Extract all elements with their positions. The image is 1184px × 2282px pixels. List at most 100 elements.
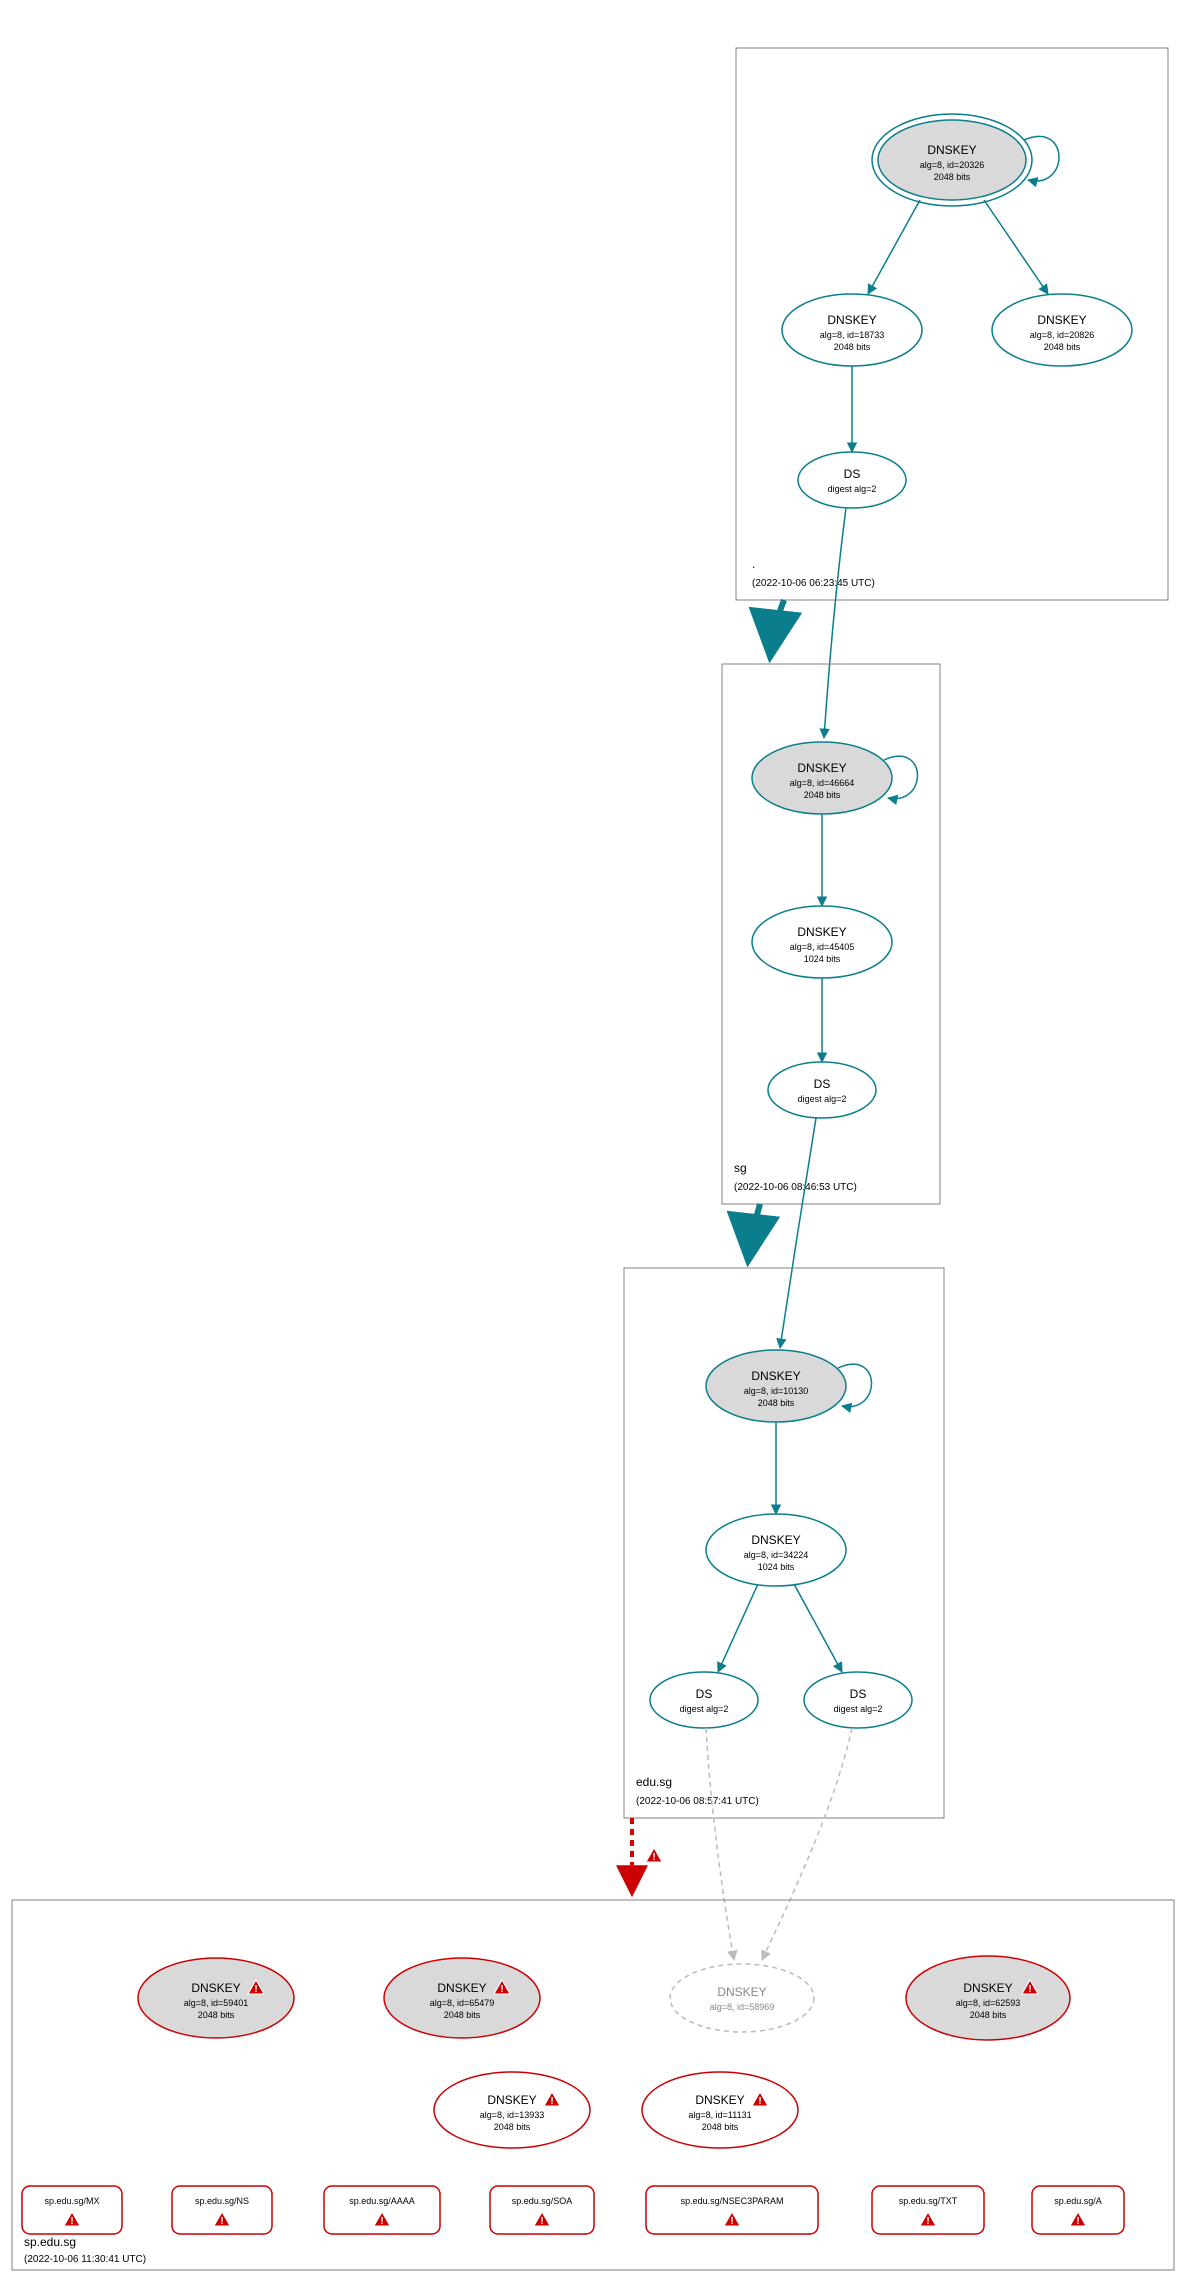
ds-alg: digest alg=2 xyxy=(798,1094,847,1104)
dnskey-label: DNSKEY xyxy=(797,925,846,939)
dnskey-label: DNSKEY xyxy=(963,1981,1012,1995)
dnskey-label: DNSKEY xyxy=(927,143,976,157)
dnskey-alg: alg=8, id=13933 xyxy=(480,2110,545,2120)
node-edu-ds1: DS digest alg=2 xyxy=(650,1672,758,1728)
ds-label: DS xyxy=(696,1687,713,1701)
rr-aaaa: sp.edu.sg/AAAA xyxy=(324,2186,440,2234)
dnskey-bits: 2048 bits xyxy=(702,2122,739,2132)
dnskey-alg: alg=8, id=46664 xyxy=(790,778,855,788)
dnskey-alg: alg=8, id=18733 xyxy=(820,330,885,340)
dnskey-label: DNSKEY xyxy=(717,1985,766,1999)
zone-edu-sg: DNSKEY alg=8, id=10130 2048 bits DNSKEY … xyxy=(624,1268,944,1818)
ds-label: DS xyxy=(850,1687,867,1701)
dnskey-bits: 2048 bits xyxy=(934,172,971,182)
node-edu-zsk: DNSKEY alg=8, id=34224 1024 bits xyxy=(706,1514,846,1586)
dnskey-bits: 1024 bits xyxy=(804,954,841,964)
node-sp-k1: DNSKEY alg=8, id=59401 2048 bits xyxy=(138,1958,294,2038)
node-sg-ksk: DNSKEY alg=8, id=46664 2048 bits xyxy=(752,742,892,814)
dnskey-label: DNSKEY xyxy=(1037,313,1086,327)
node-root-zsk2: DNSKEY alg=8, id=20826 2048 bits xyxy=(992,294,1132,366)
zone-sg-time: (2022-10-06 08:46:53 UTC) xyxy=(734,1182,857,1193)
node-sp-k3: DNSKEY alg=8, id=58969 xyxy=(670,1964,814,2032)
dnskey-bits: 2048 bits xyxy=(834,342,871,352)
dnskey-label: DNSKEY xyxy=(695,2093,744,2107)
warning-icon xyxy=(214,2212,230,2227)
dnskey-label: DNSKEY xyxy=(797,761,846,775)
warning-icon xyxy=(534,2212,550,2227)
warning-icon xyxy=(724,2212,740,2227)
rr-label: sp.edu.sg/AAAA xyxy=(349,2196,415,2206)
rr-label: sp.edu.sg/MX xyxy=(44,2196,99,2206)
rr-txt: sp.edu.sg/TXT xyxy=(872,2186,984,2234)
dnskey-alg: alg=8, id=62593 xyxy=(956,1998,1021,2008)
dnskey-label: DNSKEY xyxy=(191,1981,240,1995)
dnskey-alg: alg=8, id=59401 xyxy=(184,1998,249,2008)
node-sp-k5: DNSKEY alg=8, id=13933 2048 bits xyxy=(434,2072,590,2148)
ds-label: DS xyxy=(844,467,861,481)
zone-sg: DNSKEY alg=8, id=46664 2048 bits DNSKEY … xyxy=(722,664,940,1204)
dnskey-bits: 1024 bits xyxy=(758,1562,795,1572)
warning-icon xyxy=(374,2212,390,2227)
node-sg-ds: DS digest alg=2 xyxy=(768,1062,876,1118)
node-edu-ksk: DNSKEY alg=8, id=10130 2048 bits xyxy=(706,1350,846,1422)
ds-alg: digest alg=2 xyxy=(828,484,877,494)
svg-text:DNSKEY: DNSKEY xyxy=(437,1981,486,1995)
zone-sg-name: sg xyxy=(734,1161,747,1175)
rr-label: sp.edu.sg/SOA xyxy=(512,2196,573,2206)
warning-icon xyxy=(64,2212,80,2227)
dnskey-label: DNSKEY xyxy=(751,1533,800,1547)
rr-label: sp.edu.sg/NSEC3PARAM xyxy=(681,2196,784,2206)
zone-root: DNSKEY alg=8, id=20326 2048 bits DNSKEY … xyxy=(736,48,1168,600)
zone-sp-time: (2022-10-06 11:30:41 UTC) xyxy=(24,2254,146,2265)
ds-alg: digest alg=2 xyxy=(834,1704,883,1714)
node-root-zsk1: DNSKEY alg=8, id=18733 2048 bits xyxy=(782,294,922,366)
zone-edu-name: edu.sg xyxy=(636,1775,672,1789)
node-edu-ds2: DS digest alg=2 xyxy=(804,1672,912,1728)
dnskey-bits: 2048 bits xyxy=(758,1398,795,1408)
rr-mx: sp.edu.sg/MX xyxy=(22,2186,122,2234)
svg-text:DNSKEY: DNSKEY xyxy=(191,1981,240,1995)
zone-root-name: . xyxy=(752,557,755,571)
warning-icon xyxy=(920,2212,936,2227)
rr-nsec3param: sp.edu.sg/NSEC3PARAM xyxy=(646,2186,818,2234)
ds-alg: digest alg=2 xyxy=(680,1704,729,1714)
dnskey-alg: alg=8, id=20826 xyxy=(1030,330,1095,340)
rr-label: sp.edu.sg/A xyxy=(1054,2196,1102,2206)
svg-text:DNSKEY: DNSKEY xyxy=(695,2093,744,2107)
rr-a: sp.edu.sg/A xyxy=(1032,2186,1124,2234)
rr-ns: sp.edu.sg/NS xyxy=(172,2186,272,2234)
dnskey-bits: 2048 bits xyxy=(444,2010,481,2020)
zone-edu-time: (2022-10-06 08:57:41 UTC) xyxy=(636,1796,759,1807)
dnskey-label: DNSKEY xyxy=(487,2093,536,2107)
warning-icon xyxy=(646,1848,662,1863)
ds-label: DS xyxy=(814,1077,831,1091)
rr-label: sp.edu.sg/TXT xyxy=(899,2196,958,2206)
node-sp-k6: DNSKEY alg=8, id=11131 2048 bits xyxy=(642,2072,798,2148)
warning-icon xyxy=(1070,2212,1086,2227)
dnskey-bits: 2048 bits xyxy=(494,2122,531,2132)
dnskey-label: DNSKEY xyxy=(751,1369,800,1383)
dnskey-bits: 2048 bits xyxy=(1044,342,1081,352)
dnskey-alg: alg=8, id=34224 xyxy=(744,1550,809,1560)
dnskey-bits: 2048 bits xyxy=(804,790,841,800)
svg-text:DNSKEY: DNSKEY xyxy=(963,1981,1012,1995)
zone-sp-edu-sg: DNSKEY alg=8, id=59401 2048 bits DNSKEY … xyxy=(12,1900,1174,2270)
node-sp-k2: DNSKEY alg=8, id=65479 2048 bits xyxy=(384,1958,540,2038)
dnskey-alg: alg=8, id=11131 xyxy=(688,2110,751,2120)
dnskey-alg: alg=8, id=58969 xyxy=(710,2002,775,2012)
dnskey-label: DNSKEY xyxy=(437,1981,486,1995)
node-root-ds: DS digest alg=2 xyxy=(798,452,906,508)
rr-soa: sp.edu.sg/SOA xyxy=(490,2186,594,2234)
node-sp-k4: DNSKEY alg=8, id=62593 2048 bits xyxy=(906,1956,1070,2040)
dnskey-alg: alg=8, id=45405 xyxy=(790,942,855,952)
node-sg-zsk: DNSKEY alg=8, id=45405 1024 bits xyxy=(752,906,892,978)
dnskey-bits: 2048 bits xyxy=(970,2010,1007,2020)
dnskey-label: DNSKEY xyxy=(827,313,876,327)
svg-text:DNSKEY: DNSKEY xyxy=(487,2093,536,2107)
zone-sp-name: sp.edu.sg xyxy=(24,2235,76,2249)
dnskey-bits: 2048 bits xyxy=(198,2010,235,2020)
rr-label: sp.edu.sg/NS xyxy=(195,2196,249,2206)
dnskey-alg: alg=8, id=20326 xyxy=(920,160,985,170)
dnskey-alg: alg=8, id=65479 xyxy=(430,1998,495,2008)
zone-root-time: (2022-10-06 06:23:45 UTC) xyxy=(752,578,875,589)
